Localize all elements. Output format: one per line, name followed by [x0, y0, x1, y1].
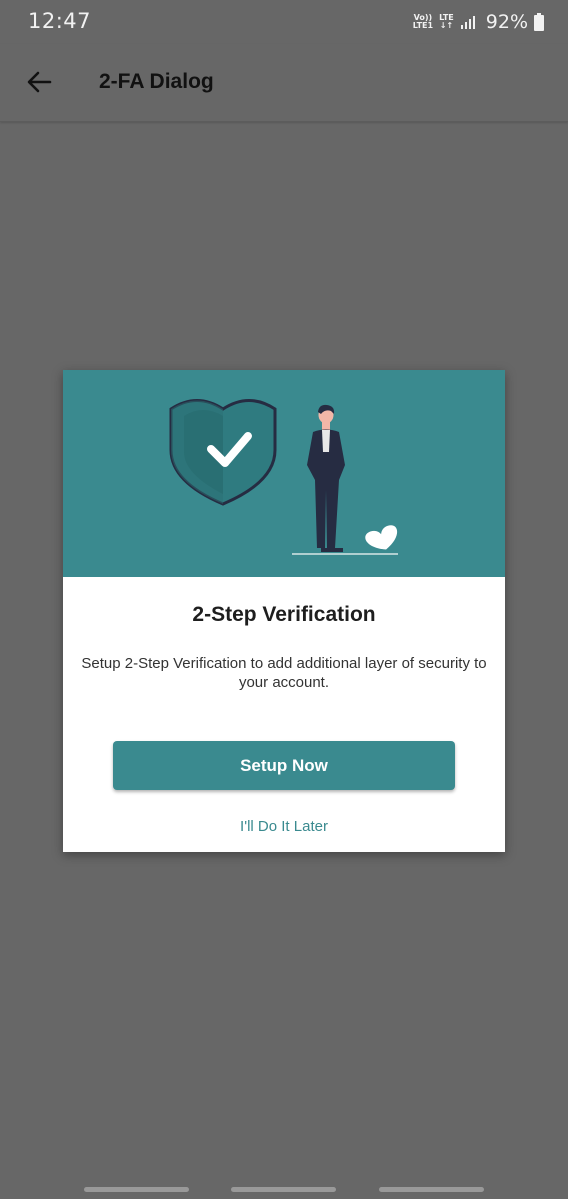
two-step-dialog: 2-Step Verification Setup 2-Step Verific…	[63, 370, 505, 852]
home-button[interactable]	[231, 1187, 336, 1192]
setup-now-button[interactable]: Setup Now	[113, 741, 455, 790]
lte-arrows: ↓↑	[439, 21, 454, 30]
lte-indicator: LTE ↓↑	[439, 14, 454, 30]
dialog-description: Setup 2-Step Verification to add additio…	[81, 655, 487, 691]
do-it-later-button[interactable]: I'll Do It Later	[63, 818, 505, 835]
page-title: 2-FA Dialog	[99, 70, 214, 93]
nav-bar	[0, 1172, 568, 1199]
person-figure	[307, 404, 345, 552]
volte-indicator: Vo)) LTE1	[413, 14, 433, 30]
shield-check-person-illustration	[169, 399, 398, 555]
status-time: 12:47	[28, 9, 92, 33]
arrow-left-icon	[27, 71, 52, 93]
system-back-button[interactable]	[379, 1187, 484, 1192]
recent-apps-button[interactable]	[84, 1187, 189, 1192]
battery-percent: 92%	[485, 11, 528, 33]
dialog-hero	[63, 370, 505, 577]
dialog-title: 2-Step Verification	[192, 603, 376, 626]
battery-icon	[534, 13, 544, 31]
app-bar: 2-FA Dialog	[0, 44, 568, 122]
lte1-label: LTE1	[412, 21, 434, 30]
status-bar: 12:47 Vo)) LTE1 LTE ↓↑ 92%	[0, 0, 568, 44]
shield-icon	[169, 399, 277, 506]
signal-icon	[460, 16, 475, 29]
heart-icon	[365, 525, 398, 550]
back-button[interactable]	[22, 65, 56, 99]
screen: 12:47 Vo)) LTE1 LTE ↓↑ 92% 2-FA Dialog 2…	[0, 0, 568, 1199]
status-icons: Vo)) LTE1 LTE ↓↑ 92%	[413, 9, 544, 35]
